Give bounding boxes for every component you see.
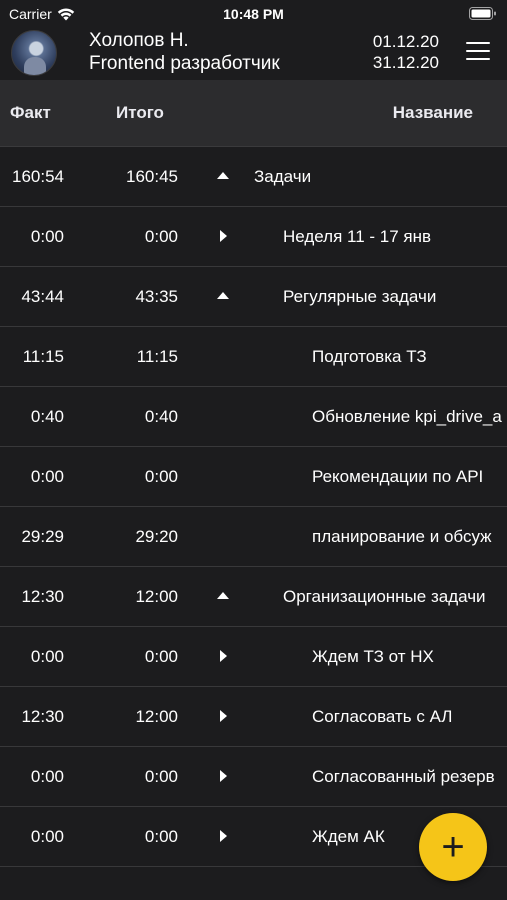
row-fact-value: 43:44 <box>21 287 64 306</box>
row-task-name: Организационные задачи <box>283 587 486 606</box>
row-total-value: 29:20 <box>135 527 178 546</box>
app-header: Холопов Н. Frontend разработчик 01.12.20… <box>0 28 507 80</box>
table-row[interactable]: 11:15 11:15 Подготовка ТЗ <box>0 327 507 387</box>
battery-icon <box>469 7 497 23</box>
row-task-name: планирование и обсуж <box>312 527 492 546</box>
table-row[interactable]: 0:00 0:00 Ждем ТЗ от НХ <box>0 627 507 687</box>
table-row[interactable]: 12:30 12:00 Согласовать с АЛ <box>0 687 507 747</box>
user-name: Холопов Н. <box>89 30 189 51</box>
avatar[interactable] <box>11 30 57 76</box>
row-task-name: Согласованный резерв <box>312 767 495 786</box>
row-fact-value: 12:30 <box>21 707 64 726</box>
row-fact-value: 0:00 <box>30 767 64 786</box>
task-tree-list: 160:54 160:45 Задачи 0:00 0:00 Неделя 11… <box>0 147 507 867</box>
row-total-value: 11:15 <box>136 347 178 366</box>
row-task-name: Подготовка ТЗ <box>312 347 427 366</box>
triangle-right-icon[interactable] <box>216 829 230 843</box>
row-task-name: Неделя 11 - 17 янв <box>283 227 432 246</box>
table-row[interactable]: 0:00 0:00 Согласованный резерв <box>0 747 507 807</box>
row-task-name: Согласовать с АЛ <box>312 707 453 726</box>
row-fact-value: 0:00 <box>30 227 64 246</box>
table-row[interactable]: 43:44 43:35 Регулярные задачи <box>0 267 507 327</box>
row-fact-value: 29:29 <box>21 527 64 546</box>
triangle-right-icon[interactable] <box>216 229 230 243</box>
add-task-button[interactable]: + <box>419 813 487 881</box>
row-total-value: 43:35 <box>135 287 178 306</box>
row-fact-value: 160:54 <box>12 167 64 186</box>
column-header-name[interactable]: Название <box>393 103 473 123</box>
table-row[interactable]: 29:29 29:20 планирование и обсуж <box>0 507 507 567</box>
row-fact-value: 0:00 <box>30 827 64 846</box>
status-time: 10:48 PM <box>223 6 284 22</box>
triangle-right-icon[interactable] <box>216 649 230 663</box>
row-fact-value: 0:00 <box>30 647 64 666</box>
row-total-value: 12:00 <box>135 587 178 606</box>
table-row[interactable]: 0:00 0:00 Неделя 11 - 17 янв <box>0 207 507 267</box>
period-start-date[interactable]: 01.12.20 <box>373 32 439 52</box>
triangle-up-icon[interactable] <box>216 589 230 603</box>
period-end-date[interactable]: 31.12.20 <box>373 53 439 73</box>
row-task-name: Рекомендации по API <box>312 467 484 486</box>
row-total-value: 0:00 <box>144 467 178 486</box>
table-header: Факт Итого Название <box>0 80 507 147</box>
row-total-value: 0:00 <box>144 767 178 786</box>
row-fact-value: 12:30 <box>21 587 64 606</box>
row-task-name: Ждем АК <box>312 827 385 846</box>
triangle-right-icon[interactable] <box>216 769 230 783</box>
user-role: Frontend разработчик <box>89 53 280 74</box>
row-task-name: Ждем ТЗ от НХ <box>312 647 434 666</box>
column-header-total[interactable]: Итого <box>116 103 164 123</box>
row-fact-value: 11:15 <box>22 347 64 366</box>
row-fact-value: 0:40 <box>30 407 64 426</box>
table-row[interactable]: 160:54 160:45 Задачи <box>0 147 507 207</box>
row-total-value: 0:00 <box>144 227 178 246</box>
row-fact-value: 0:00 <box>30 467 64 486</box>
row-total-value: 0:00 <box>144 827 178 846</box>
row-total-value: 0:40 <box>144 407 178 426</box>
table-row[interactable]: 0:00 0:00 Рекомендации по API <box>0 447 507 507</box>
row-task-name: Регулярные задачи <box>283 287 437 306</box>
triangle-right-icon[interactable] <box>216 709 230 723</box>
row-task-name: Задачи <box>254 167 312 186</box>
row-total-value: 12:00 <box>135 707 178 726</box>
status-bar: Carrier 10:48 PM <box>0 0 507 28</box>
triangle-up-icon[interactable] <box>216 169 230 183</box>
plus-icon: + <box>441 825 465 869</box>
column-header-fact[interactable]: Факт <box>10 103 51 123</box>
table-row[interactable]: 0:40 0:40 Обновление kpi_drive_a <box>0 387 507 447</box>
table-row[interactable]: 12:30 12:00 Организационные задачи <box>0 567 507 627</box>
row-total-value: 0:00 <box>144 647 178 666</box>
hamburger-menu-icon[interactable] <box>466 42 490 62</box>
row-task-name: Обновление kpi_drive_a <box>312 407 502 426</box>
triangle-up-icon[interactable] <box>216 289 230 303</box>
row-total-value: 160:45 <box>126 167 178 186</box>
